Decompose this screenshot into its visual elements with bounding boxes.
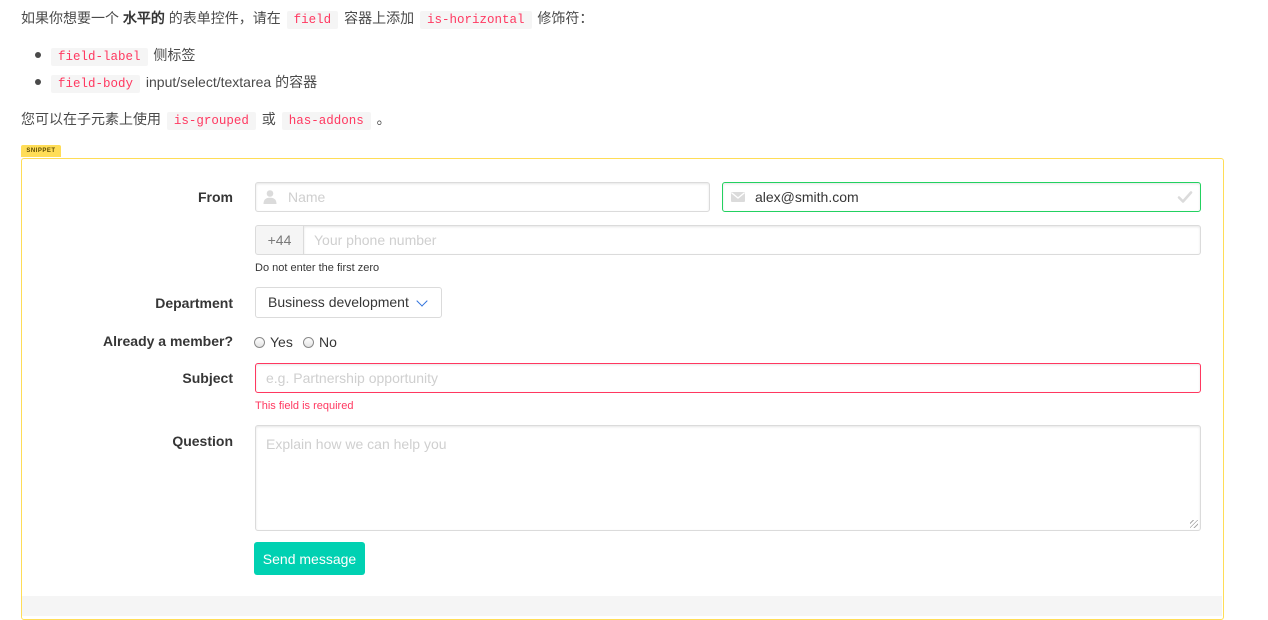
intro-text: 您可以在子元素上使用 (21, 111, 161, 127)
phone-prefix-addon: +44 (255, 225, 304, 255)
department-selected-value: Business development (268, 294, 409, 310)
grouped-paragraph: 您可以在子元素上使用 is-grouped 或 has-addons 。 (21, 109, 391, 131)
question-label: Question (172, 433, 233, 449)
list-item: field-body input/select/textarea 的容器 (21, 71, 317, 98)
envelope-icon (731, 192, 745, 202)
chevron-down-icon (416, 295, 428, 307)
resize-handle[interactable] (1190, 520, 1198, 528)
send-message-button[interactable]: Send message (254, 542, 365, 575)
radio-label: No (319, 334, 337, 350)
user-icon (263, 190, 277, 204)
code-is-grouped: is-grouped (166, 112, 256, 130)
modifier-list: field-label 侧标签 field-body input/select/… (21, 44, 317, 98)
list-item-text: 侧标签 (153, 47, 196, 63)
subject-input[interactable] (255, 363, 1201, 393)
question-textarea[interactable] (255, 425, 1201, 531)
member-no-radio[interactable]: No (303, 334, 337, 350)
radio-circle[interactable] (254, 336, 265, 348)
list-item: field-label 侧标签 (21, 44, 317, 71)
list-item-text: input/select/textarea 的容器 (145, 74, 318, 90)
phone-input[interactable] (303, 225, 1201, 255)
subject-help-text: This field is required (255, 400, 354, 412)
intro-text: 的表单控件，请在 (168, 10, 281, 26)
code-has-addons: has-addons (281, 112, 371, 130)
intro-text: 。 (376, 111, 391, 127)
from-label: From (198, 189, 233, 205)
code-is-horizontal: is-horizontal (419, 11, 532, 29)
intro-text: 如果你想要一个 (21, 10, 119, 26)
radio-label: Yes (270, 334, 293, 350)
code-field-body: field-body (51, 75, 141, 93)
member-label: Already a member? (103, 333, 233, 349)
department-select[interactable]: Business development (255, 287, 442, 318)
phone-help-text: Do not enter the first zero (255, 262, 380, 274)
code-field-label: field-label (51, 48, 148, 66)
department-label: Department (155, 295, 233, 311)
email-input[interactable] (722, 182, 1201, 212)
code-field: field (286, 11, 339, 29)
radio-circle[interactable] (303, 336, 314, 348)
subject-label: Subject (182, 370, 233, 386)
intro-paragraph: 如果你想要一个 水平的 的表单控件，请在 field 容器上添加 is-hori… (21, 9, 593, 29)
intro-strong: 水平的 (122, 10, 165, 26)
intro-text: 容器上添加 (344, 10, 415, 26)
snippet-footer (22, 596, 1222, 616)
check-icon (1177, 191, 1193, 203)
snippet-tag: SNIPPET (21, 145, 61, 157)
intro-text: 修饰符： (537, 10, 594, 26)
member-yes-radio[interactable]: Yes (254, 334, 293, 350)
name-input[interactable] (255, 182, 710, 212)
intro-text: 或 (261, 111, 276, 127)
